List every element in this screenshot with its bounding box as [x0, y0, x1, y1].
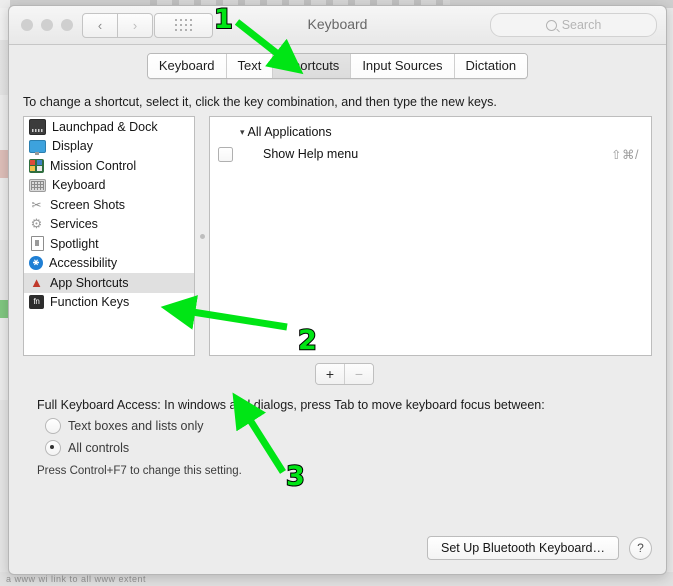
accessibility-icon: ⚹ — [29, 256, 43, 271]
sidebar-item-label: Accessibility — [49, 256, 118, 271]
sidebar-item-keyboard[interactable]: Keyboard — [24, 176, 194, 196]
sidebar-item-app-shortcuts[interactable]: ▲ App Shortcuts — [24, 273, 194, 293]
panes-container: Launchpad & Dock Display Mission Control… — [23, 116, 652, 356]
sidebar-item-function-keys[interactable]: fn Function Keys — [24, 293, 194, 313]
keyboard-preferences-window: ‹ › Keyboard Search Keyboard Text Shortc… — [8, 5, 667, 575]
dock-icon — [29, 118, 46, 135]
window-bottom-bar: Set Up Bluetooth Keyboard… ? — [9, 522, 666, 574]
shortcut-categories-list[interactable]: Launchpad & Dock Display Mission Control… — [23, 116, 195, 356]
radio-button[interactable] — [45, 440, 61, 456]
splitter-grab-dot — [199, 233, 205, 239]
radio-text-boxes-and-lists-only[interactable]: Text boxes and lists only — [45, 418, 638, 434]
remove-shortcut-button[interactable]: − — [344, 364, 373, 384]
radio-button[interactable] — [45, 418, 61, 434]
tab-text[interactable]: Text — [225, 54, 273, 78]
full-keyboard-access-section: Full Keyboard Access: In windows and dia… — [23, 398, 652, 477]
sidebar-item-spotlight[interactable]: Spotlight — [24, 234, 194, 254]
sidebar-item-label: Function Keys — [50, 295, 130, 310]
gear-icon: ⚙ — [30, 216, 43, 232]
keyboard-icon — [29, 179, 46, 193]
sidebar-item-accessibility[interactable]: ⚹ Accessibility — [24, 254, 194, 274]
shortcuts-list[interactable]: ▾ All Applications Show Help menu ⇧⌘/ — [209, 116, 652, 356]
sidebar-item-label: Screen Shots — [50, 197, 126, 212]
pane-splitter[interactable] — [195, 116, 209, 356]
table-row[interactable]: Show Help menu ⇧⌘/ — [210, 142, 651, 166]
shortcut-group-header[interactable]: ▾ All Applications — [210, 122, 651, 142]
tabbar: Keyboard Text Shortcuts Input Sources Di… — [146, 53, 529, 79]
sidebar-item-mission-control[interactable]: Mission Control — [24, 156, 194, 176]
tabbar-area: Keyboard Text Shortcuts Input Sources Di… — [9, 45, 666, 83]
shortcut-name: Show Help menu — [263, 147, 359, 161]
sidebar-item-screen-shots[interactable]: ✂ Screen Shots — [24, 195, 194, 215]
radio-all-controls[interactable]: All controls — [45, 440, 638, 456]
tab-input-sources[interactable]: Input Sources — [350, 54, 454, 78]
sidebar-item-services[interactable]: ⚙ Services — [24, 215, 194, 235]
help-button[interactable]: ? — [629, 536, 652, 560]
sidebar-item-display[interactable]: Display — [24, 137, 194, 157]
content-area: To change a shortcut, select it, click t… — [9, 83, 666, 477]
shortcut-checkbox[interactable] — [218, 146, 233, 162]
set-up-bluetooth-keyboard-button[interactable]: Set Up Bluetooth Keyboard… — [427, 536, 619, 560]
add-remove-row: + − — [23, 363, 652, 385]
radio-label: All controls — [68, 441, 130, 455]
search-input[interactable]: Search — [490, 13, 657, 37]
sidebar-item-label: App Shortcuts — [50, 275, 129, 290]
radio-label: Text boxes and lists only — [68, 419, 204, 433]
background-bottom-text: a www wi link to all www extent — [6, 574, 147, 584]
document-icon — [31, 236, 44, 252]
search-icon — [545, 19, 557, 31]
display-icon — [29, 140, 46, 156]
app-shortcuts-icon: ▲ — [30, 274, 43, 290]
add-remove-group: + − — [315, 363, 374, 385]
shortcut-group-label: All Applications — [247, 125, 332, 139]
chevron-down-icon[interactable]: ▾ — [240, 127, 245, 137]
sidebar-item-label: Spotlight — [50, 236, 99, 251]
tab-dictation[interactable]: Dictation — [453, 54, 528, 78]
fn-key-icon: fn — [29, 295, 44, 310]
full-keyboard-access-label: Full Keyboard Access: In windows and dia… — [37, 398, 545, 412]
window-titlebar: ‹ › Keyboard Search — [9, 6, 666, 45]
tab-keyboard[interactable]: Keyboard — [147, 54, 226, 78]
add-shortcut-button[interactable]: + — [316, 364, 344, 384]
tab-shortcuts[interactable]: Shortcuts — [272, 54, 351, 78]
sidebar-item-label: Display — [52, 139, 93, 154]
sidebar-item-label: Launchpad & Dock — [52, 119, 158, 134]
sidebar-item-label: Keyboard — [52, 178, 106, 193]
instructions-text: To change a shortcut, select it, click t… — [23, 95, 497, 109]
full-keyboard-access-note: Press Control+F7 to change this setting. — [37, 465, 242, 477]
sidebar-item-label: Mission Control — [50, 158, 137, 173]
search-placeholder: Search — [561, 18, 602, 32]
shortcut-keys[interactable]: ⇧⌘/ — [611, 147, 639, 162]
sidebar-item-launchpad-dock[interactable]: Launchpad & Dock — [24, 117, 194, 137]
sidebar-item-label: Services — [50, 217, 98, 232]
mission-control-icon — [29, 158, 44, 173]
screenshot-icon: ✂ — [31, 197, 42, 212]
